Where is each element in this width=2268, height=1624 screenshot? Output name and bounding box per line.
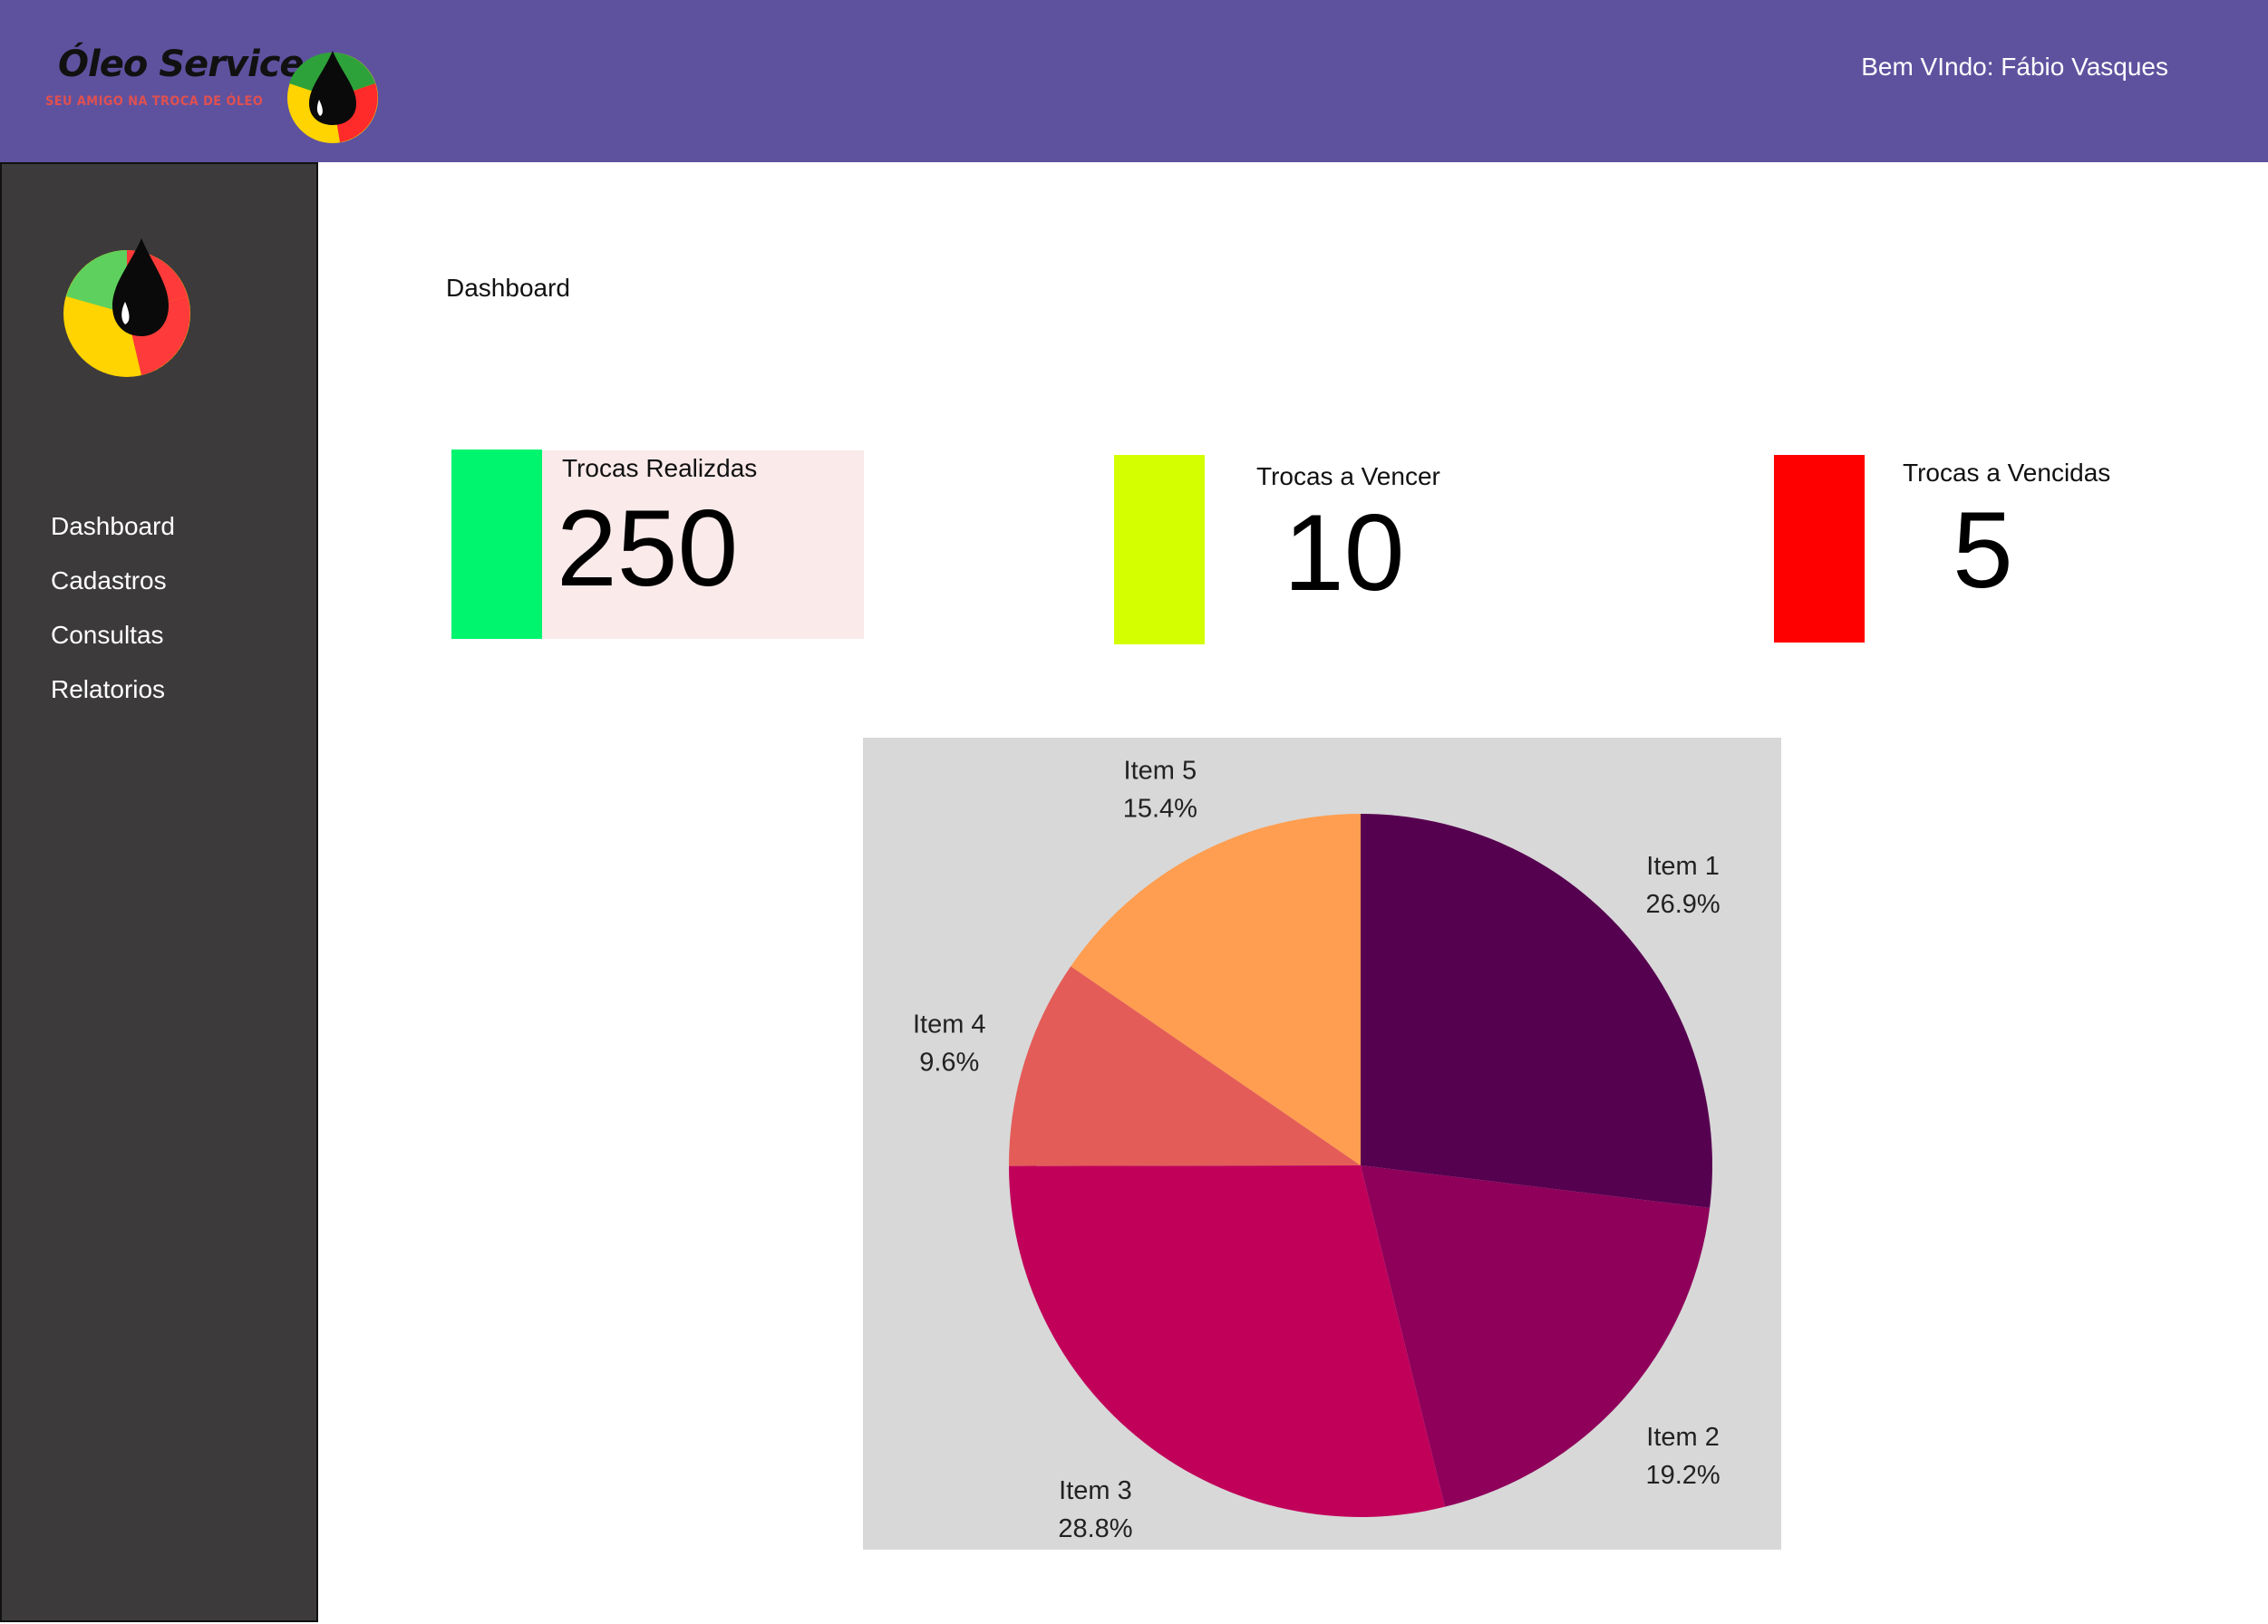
brand-text: Óleo Service SEU AMIGO NA TROCA DE ÓLEO: [45, 44, 305, 109]
top-header: Óleo Service SEU AMIGO NA TROCA DE ÓLEO …: [0, 0, 2268, 162]
pie-slice-label: Item 5: [1124, 757, 1197, 786]
card-color-bar: [451, 450, 542, 639]
pie-chart: Item 1 26.9% Item 2 19.2% Item 3 28.8% Item 4 9…: [863, 738, 1781, 1550]
pie-slice-label: Item 3: [1059, 1476, 1132, 1505]
card-label: Trocas a Vencidas: [1903, 459, 2111, 487]
sidebar-item-relatorios[interactable]: Relatorios: [51, 662, 175, 717]
oil-drop-logo-icon: [287, 51, 378, 143]
card-color-bar: [1114, 455, 1205, 644]
pie-slice-percent: 19.2%: [1645, 1461, 1720, 1490]
brand[interactable]: Óleo Service SEU AMIGO NA TROCA DE ÓLEO: [45, 44, 305, 109]
page-title: Dashboard: [446, 274, 570, 302]
pie-chart-svg: Item 1 26.9% Item 2 19.2% Item 3 28.8% Item 4 9…: [913, 757, 1720, 1544]
sidebar-nav: Dashboard Cadastros Consultas Relatorios: [51, 499, 175, 717]
sidebar-item-consultas[interactable]: Consultas: [51, 608, 175, 662]
card-label: Trocas a Vencer: [1256, 462, 1440, 490]
brand-name: Óleo Service: [58, 44, 305, 85]
card-label: Trocas Realizdas: [562, 454, 758, 482]
pie-slice-label: Item 4: [913, 1010, 986, 1039]
card-value: 250: [557, 488, 739, 609]
pie-slice-percent: 28.8%: [1058, 1514, 1132, 1543]
card-value: 5: [1953, 489, 2013, 611]
sidebar-item-dashboard[interactable]: Dashboard: [51, 499, 175, 554]
page: Óleo Service SEU AMIGO NA TROCA DE ÓLEO …: [0, 0, 2268, 1624]
brand-tagline: SEU AMIGO NA TROCA DE ÓLEO: [45, 94, 264, 109]
pie-slice-percent: 26.9%: [1645, 890, 1720, 919]
oil-drop-logo-icon: [63, 238, 190, 377]
pie-slice-percent: 15.4%: [1123, 795, 1197, 824]
sidebar-item-cadastros[interactable]: Cadastros: [51, 554, 175, 608]
card-color-bar: [1774, 455, 1865, 643]
pie-slice-label: Item 2: [1646, 1423, 1720, 1452]
pie-slice-label: Item 1: [1646, 852, 1720, 881]
welcome-message: Bem VIndo: Fábio Vasques: [1861, 53, 2168, 81]
pie-slice-percent: 9.6%: [919, 1048, 979, 1077]
sidebar: Dashboard Cadastros Consultas Relatorios: [0, 162, 318, 1622]
card-value: 10: [1284, 492, 1405, 614]
